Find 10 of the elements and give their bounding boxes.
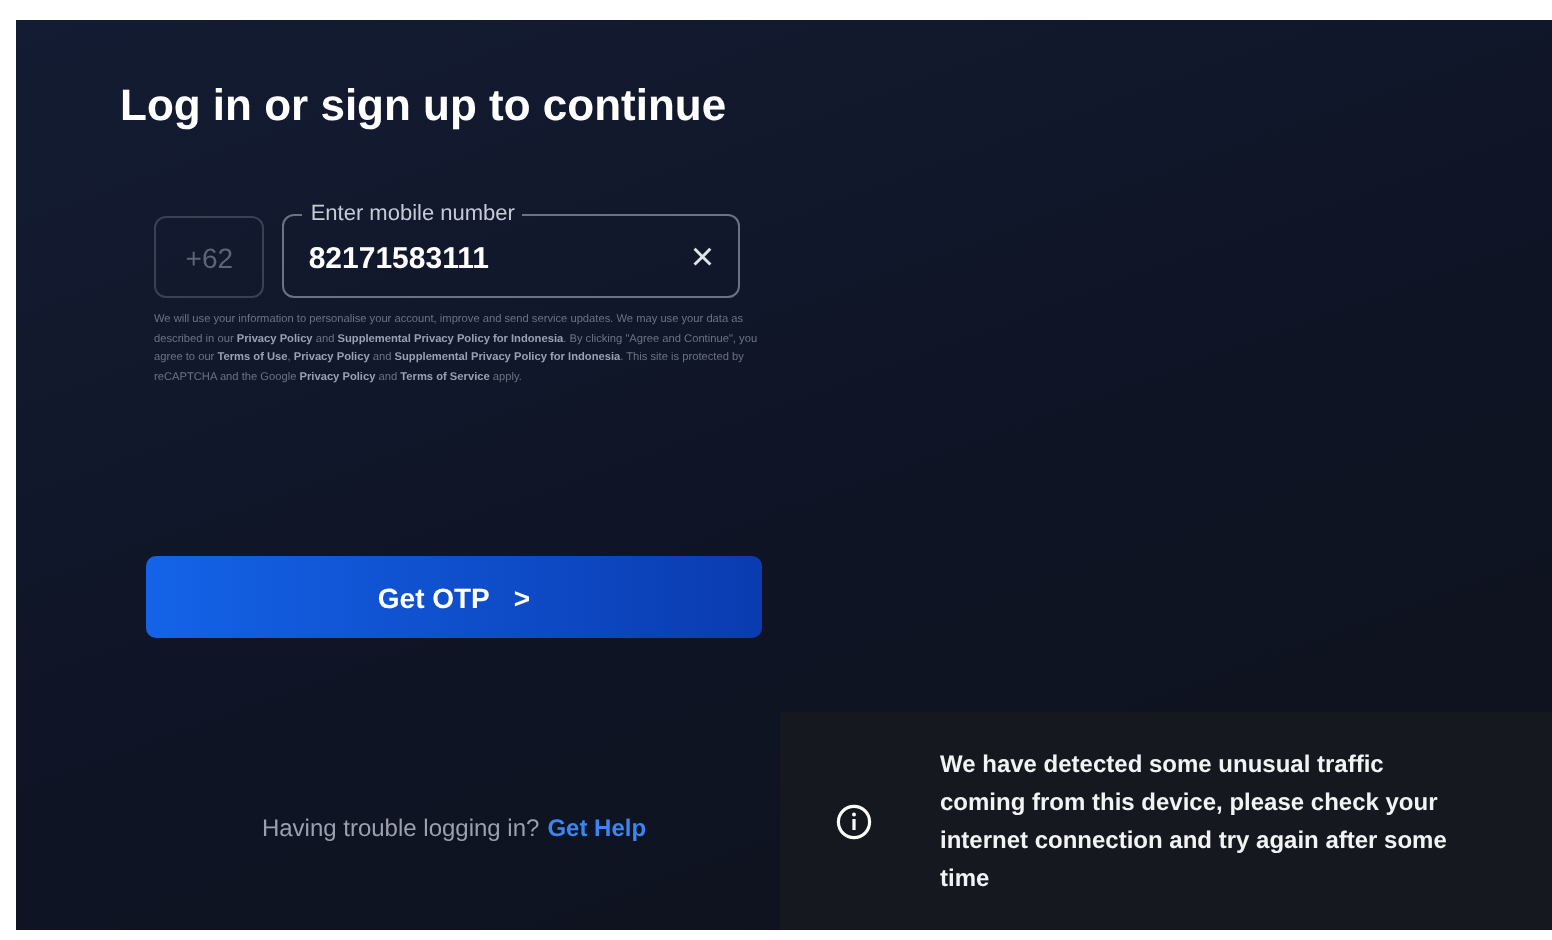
close-icon[interactable]: × xyxy=(690,238,714,278)
get-otp-button[interactable]: Get OTP > xyxy=(146,556,762,639)
phone-input-field[interactable]: Enter mobile number 82171583111 × xyxy=(282,202,740,298)
field-label: Enter mobile number xyxy=(308,202,517,228)
toast-message: We have detected some unusual traffic coming from this device, please check your internet connection and try again after some time xyxy=(940,747,1449,895)
help-text: Having trouble logging in? xyxy=(261,814,540,843)
page-title: Log in or sign up to continue xyxy=(120,78,727,134)
info-icon xyxy=(836,803,872,839)
get-help-link[interactable]: Get Help xyxy=(547,814,647,843)
phone-value: 82171583111 xyxy=(308,241,491,275)
